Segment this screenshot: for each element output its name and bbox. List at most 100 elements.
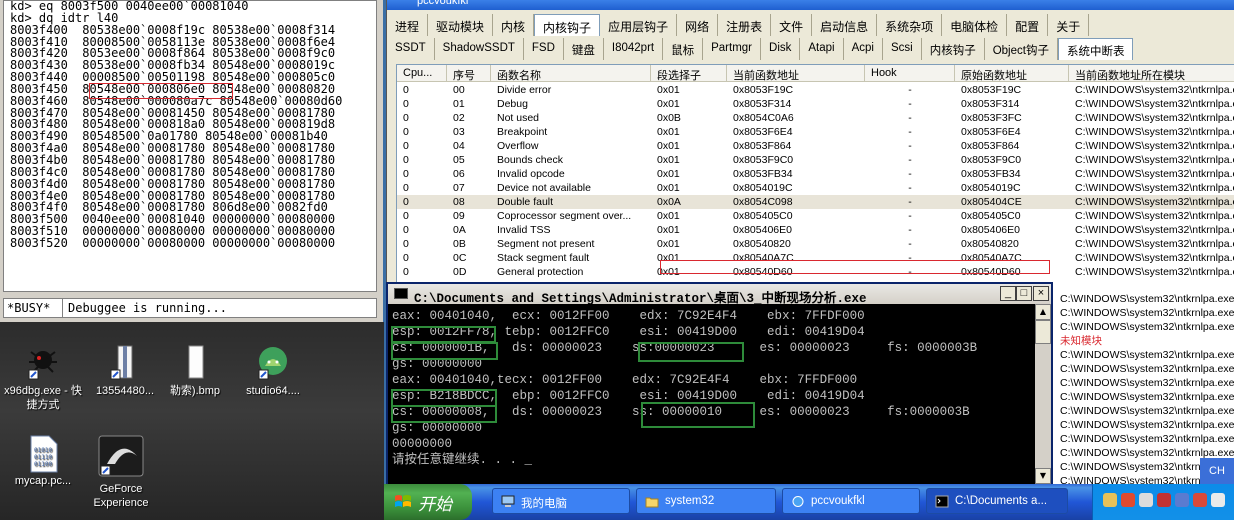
double-fault-highlight	[660, 260, 1050, 274]
tab-sub-3[interactable]: 键盘	[564, 38, 604, 60]
task-system32[interactable]: system32	[636, 488, 776, 514]
table-cell: 0	[403, 252, 409, 264]
tab-sub-1[interactable]: ShadowSSDT	[435, 38, 524, 60]
table-row[interactable]: 0 06 Invalid opcode 0x01 0x8053FB34 - 0x8053FB…	[397, 167, 1234, 181]
tab-main-5[interactable]: 网络	[677, 14, 719, 36]
console-line: 00000000	[392, 437, 453, 451]
table-row[interactable]: 0 04 Overflow 0x01 0x8053F864 - 0x8053F864 C:\W…	[397, 139, 1234, 153]
task-my-computer[interactable]: 我的电脑	[492, 488, 630, 514]
scroll-up-arrow-icon[interactable]: ▲	[1035, 304, 1051, 320]
column-header[interactable]: 函数名称	[491, 65, 651, 82]
column-header[interactable]: Hook	[865, 65, 955, 82]
tab-main-1[interactable]: 驱动模块	[428, 14, 494, 36]
tab-sub-4[interactable]: I8042prt	[604, 38, 664, 60]
tray-volume-icon[interactable]	[1211, 493, 1225, 507]
minimize-button[interactable]: _	[1000, 286, 1016, 301]
tab-main-4[interactable]: 应用层钩子	[600, 14, 678, 36]
memory-dump-panel[interactable]: kd> eq 8003f500 0040ee00`00081040 kd> dq …	[3, 0, 377, 292]
tab-main-0[interactable]: 进程	[387, 14, 429, 36]
table-cell: -	[908, 140, 912, 152]
console-scrollbar[interactable]: ▲ ▼	[1035, 304, 1051, 484]
tab-sub-9[interactable]: Acpi	[844, 38, 883, 60]
tab-sub-11[interactable]: 内核钩子	[922, 38, 985, 60]
zip-icon	[107, 344, 143, 380]
table-row[interactable]: 0 05 Bounds check 0x01 0x8053F9C0 - 0x8053F9C0…	[397, 153, 1234, 167]
task-pccvoukfkl[interactable]: pccvoukfkl	[782, 488, 920, 514]
scroll-thumb[interactable]	[1035, 320, 1051, 344]
tab-main-6[interactable]: 注册表	[718, 14, 772, 36]
desktop-icon-bmp[interactable]: 勒索).bmp	[152, 344, 238, 398]
ss-highlight-1	[638, 342, 744, 362]
column-header[interactable]: Cpu...	[397, 65, 447, 82]
table-cell: 0x8053F314	[733, 98, 792, 110]
table-cell: -	[908, 196, 912, 208]
column-header[interactable]: 段选择子	[651, 65, 727, 82]
tray-app-icon[interactable]	[1103, 493, 1117, 507]
tab-sub-5[interactable]: 鼠标	[663, 38, 704, 60]
table-cell: 0x805405C0	[961, 210, 1021, 222]
tab-main-11[interactable]: 配置	[1007, 14, 1049, 36]
tab-sub-6[interactable]: Partmgr	[703, 38, 762, 60]
scroll-down-arrow-icon[interactable]: ▼	[1035, 468, 1051, 484]
tab-sub-2[interactable]: FSD	[524, 38, 564, 60]
tab-sub-8[interactable]: Atapi	[800, 38, 844, 60]
table-row[interactable]: 0 07 Device not available 0x01 0x8054019C - 0x…	[397, 181, 1234, 195]
tray-network-icon[interactable]	[1139, 493, 1153, 507]
table-row[interactable]: 0 00 Divide error 0x01 0x8053F19C -0x8053F19C…	[397, 83, 1234, 97]
start-button[interactable]: 开始	[384, 484, 472, 520]
binary-file-icon: 01010 01110 01100	[25, 434, 61, 473]
tab-main-8[interactable]: 启动信息	[812, 14, 878, 36]
table-row[interactable]: 0 0A Invalid TSS 0x01 0x805406E0 - 0x805406E0 C…	[397, 223, 1234, 237]
table-row[interactable]: 0 08 Double fault 0x0A 0x8054C098 - 0x805404CE…	[397, 195, 1234, 209]
idt-entry-highlight	[89, 83, 233, 99]
column-header[interactable]: 序号	[447, 65, 491, 82]
pchunter-titlebar[interactable]: pccvoukfkl	[387, 0, 1234, 10]
table-row[interactable]: 0 03 Breakpoint 0x01 0x8053F6E4 - 0x8053F6E4 C:…	[397, 125, 1234, 139]
tab-main-10[interactable]: 电脑体检	[942, 14, 1008, 36]
language-indicator[interactable]: CH	[1200, 458, 1234, 484]
tab-sub-10[interactable]: Scsi	[883, 38, 922, 60]
tab-main-3[interactable]: 内核钩子	[534, 14, 601, 36]
table-row[interactable]: 0 09 Coprocessor segment over... 0x01 0x8054…	[397, 209, 1234, 223]
column-header[interactable]: 原始函数地址	[955, 65, 1069, 82]
maximize-button[interactable]: □	[1016, 286, 1032, 301]
command-input[interactable]: Debuggee is running...	[68, 301, 227, 315]
table-cell: Divide error	[497, 84, 552, 96]
column-header[interactable]: 当前函数地址	[727, 65, 865, 82]
table-cell: 0x8054019C	[733, 182, 793, 194]
tray-shield-icon[interactable]	[1121, 493, 1135, 507]
desktop-icon-x96dbg[interactable]: x96dbg.exe - 快捷方式	[0, 344, 86, 412]
task-console[interactable]: C:\Documents a...	[926, 488, 1068, 514]
desktop-icon-mycap[interactable]: 01010 01110 01100 mycap.pc...	[0, 434, 86, 488]
tray-monitor-icon[interactable]	[1175, 493, 1189, 507]
table-row[interactable]: 0 01 Debug 0x01 0x8053F314 - 0x8053F314 C:\WIND…	[397, 97, 1234, 111]
desktop-icon-label: studio64....	[246, 385, 300, 397]
close-button[interactable]: ×	[1033, 286, 1049, 301]
desktop-icon-studio[interactable]: studio64....	[230, 344, 316, 398]
tab-sub-12[interactable]: Object钩子	[985, 38, 1058, 60]
table-row[interactable]: 0 02 Not used 0x0B 0x8054C0A6 - 0x8053F3FC C:\W…	[397, 111, 1234, 125]
table-cell: Stack segment fault	[497, 252, 590, 264]
desktop-icon-geforce[interactable]: GeForce Experience	[78, 434, 164, 510]
x96dbg-icon	[25, 344, 61, 380]
windbg-window: kd> eq 8003f500 0040ee00`00081040 kd> dq …	[0, 0, 383, 322]
windows-flag-icon	[395, 495, 411, 507]
sub-tab-bar: SSDT ShadowSSDT FSD 键盘 I8042prt 鼠标 Partmgr Disk…	[387, 38, 1234, 60]
tab-sub-13[interactable]: 系统中断表	[1057, 38, 1134, 60]
tab-sub-7[interactable]: Disk	[761, 38, 801, 60]
tab-sub-0[interactable]: SSDT	[387, 38, 435, 60]
column-header[interactable]: 当前函数地址所在模块	[1069, 65, 1234, 82]
table-cell: 0	[403, 140, 409, 152]
tab-main-7[interactable]: 文件	[771, 14, 813, 36]
table-cell: 0x8054019C	[961, 182, 1021, 194]
table-row[interactable]: 0 0B Segment not present 0x01 0x80540820 - 0x8…	[397, 237, 1234, 251]
console-window: C:\Documents and Settings\Administrator\…	[386, 282, 1053, 486]
main-tab-bar: 进程 驱动模块 内核 内核钩子 应用层钩子 网络 注册表 文件 启动信息 系统杂项 电脑体检 配置 关于	[387, 14, 1234, 36]
tab-main-2[interactable]: 内核	[493, 14, 535, 36]
tray-alert-icon[interactable]	[1193, 493, 1207, 507]
tray-security-icon[interactable]	[1157, 493, 1171, 507]
tab-main-9[interactable]: 系统杂项	[877, 14, 943, 36]
console-titlebar[interactable]: C:\Documents and Settings\Administrator\…	[388, 284, 1051, 306]
command-bar[interactable]: *BUSY* Debuggee is running...	[3, 298, 377, 318]
tab-main-12[interactable]: 关于	[1048, 14, 1090, 36]
